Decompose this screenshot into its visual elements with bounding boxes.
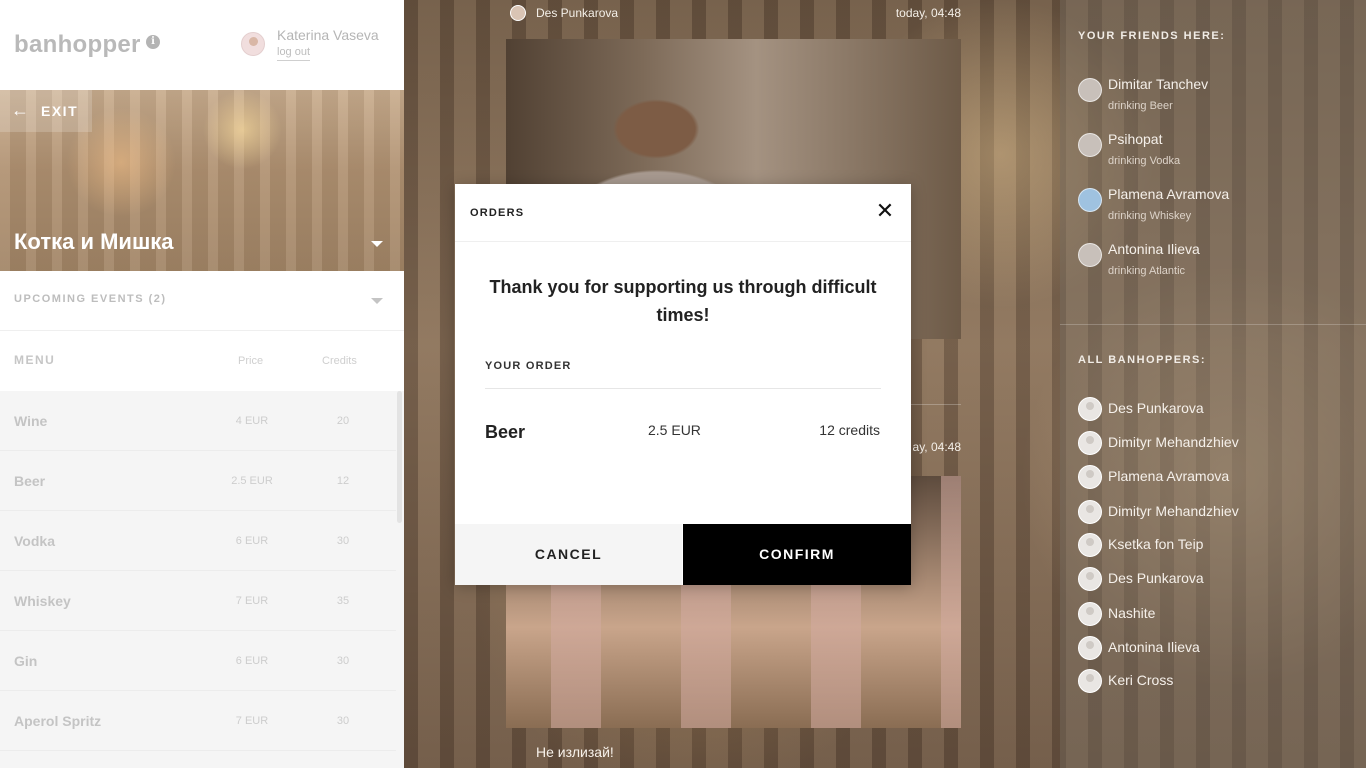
credits-column-header: Credits: [322, 355, 357, 367]
avatar: [1078, 397, 1102, 421]
friend-name: Psihopat: [1108, 131, 1163, 147]
divider: [485, 388, 881, 389]
user-name[interactable]: Katerina Vaseva: [277, 27, 379, 43]
banhopper-name: Dimityr Mehandzhiev: [1108, 434, 1239, 450]
menu-item-name: Whiskey: [14, 593, 71, 609]
friend-name: Plamena Avramova: [1108, 186, 1230, 202]
menu-list: Wine 4 EUR 20 Beer 2.5 EUR 12 Vodka 6 EU…: [0, 391, 404, 768]
post-caption: Не излизай!: [536, 744, 614, 760]
menu-header: MENU Price Credits: [0, 331, 404, 391]
upcoming-events-toggle[interactable]: UPCOMING EVENTS (2): [0, 271, 404, 331]
venue-header: ← EXIT Котка и Мишка: [0, 90, 404, 271]
avatar: [1078, 188, 1102, 212]
exit-label: EXIT: [41, 103, 79, 119]
arrow-left-icon: ←: [11, 100, 31, 120]
post-time: ay, 04:48: [912, 440, 961, 454]
avatar: [1078, 465, 1102, 489]
menu-item-price: 4 EUR: [235, 415, 269, 427]
friend-name: Dimitar Tanchev: [1108, 76, 1209, 92]
banhopper-name: Dimityr Mehandzhiev: [1108, 503, 1239, 519]
exit-button[interactable]: ← EXIT: [0, 90, 92, 132]
order-modal: ORDERS ✕ Thank you for supporting us thr…: [455, 184, 911, 585]
price-column-header: Price: [238, 355, 264, 367]
menu-item[interactable]: Beer 2.5 EUR 12: [0, 451, 396, 511]
menu-item-credits: 30: [336, 655, 350, 667]
friend-drinking: drinking Vodka: [1108, 155, 1181, 167]
avatar: [1078, 78, 1102, 102]
friend-drinking: drinking Beer: [1108, 100, 1173, 112]
menu-item[interactable]: Wine 4 EUR 20: [0, 391, 396, 451]
banhopper-name: Des Punkarova: [1108, 570, 1204, 586]
banhopper-name: Nashite: [1108, 605, 1156, 621]
avatar: [1078, 533, 1102, 557]
top-bar: banhopper i Katerina Vaseva log out: [0, 0, 404, 90]
caret-down-icon: [371, 298, 383, 304]
avatar: [1078, 243, 1102, 267]
avatar: [1078, 133, 1102, 157]
venue-name: Котка и Мишка: [14, 229, 174, 254]
logo[interactable]: banhopper: [14, 31, 141, 59]
avatar: [1078, 431, 1102, 455]
menu-item-name: Aperol Spritz: [14, 713, 102, 729]
menu-item[interactable]: Aperol Spritz 7 EUR 30: [0, 691, 396, 751]
menu-item[interactable]: Gin 6 EUR 30: [0, 631, 396, 691]
logout-link[interactable]: log out: [277, 46, 311, 61]
menu-item-credits: 30: [336, 535, 350, 547]
banhopper-name: Keri Cross: [1108, 672, 1174, 688]
your-order-label: YOUR ORDER: [485, 360, 572, 372]
order-item-price: 2.5 EUR: [648, 422, 701, 438]
banhopper-name: Ksetka fon Teip: [1108, 536, 1204, 552]
menu-item[interactable]: Whiskey 7 EUR 35: [0, 571, 396, 631]
info-icon[interactable]: i: [146, 35, 160, 49]
modal-header: ORDERS ✕: [455, 184, 911, 242]
menu-item-name: Vodka: [14, 533, 55, 549]
banhopper-name: Plamena Avramova: [1108, 468, 1230, 484]
modal-title: ORDERS: [470, 207, 525, 219]
cancel-button[interactable]: CANCEL: [455, 524, 682, 585]
menu-item-name: Beer: [14, 473, 46, 489]
avatar[interactable]: [241, 32, 265, 56]
menu-item-name: Gin: [14, 653, 38, 669]
avatar: [1078, 567, 1102, 591]
menu-title: MENU: [14, 353, 56, 367]
avatar: [1078, 636, 1102, 660]
caret-down-icon[interactable]: [371, 241, 383, 247]
friend-name: Antonina Ilieva: [1108, 241, 1200, 257]
menu-item-credits: 30: [336, 715, 350, 727]
menu-item-credits: 35: [336, 595, 350, 607]
close-icon[interactable]: ✕: [874, 201, 896, 223]
avatar: [510, 5, 526, 21]
sidebar: banhopper i Katerina Vaseva log out ← EX…: [0, 0, 404, 768]
avatar: [1078, 500, 1102, 524]
menu-item-credits: 20: [336, 415, 350, 427]
upcoming-events-label: UPCOMING EVENTS (2): [14, 293, 167, 305]
right-panel: YOUR FRIENDS HERE: Dimitar Tanchev drink…: [1060, 0, 1366, 768]
banhopper-name: Antonina Ilieva: [1108, 639, 1200, 655]
banhoppers-title: ALL BANHOPPERS:: [1078, 354, 1207, 366]
post-header: Des Punkarova today, 04:48: [506, 0, 961, 26]
thank-you-message: Thank you for supporting us through diff…: [489, 277, 877, 325]
menu-item-price: 2.5 EUR: [231, 475, 273, 487]
friend-drinking: drinking Whiskey: [1108, 210, 1192, 222]
post-time: today, 04:48: [895, 6, 961, 20]
menu-item[interactable]: Vodka 6 EUR 30: [0, 511, 396, 571]
menu-item-name: Wine: [14, 413, 48, 429]
banhopper-name: Des Punkarova: [1108, 400, 1204, 416]
menu-item-price: 7 EUR: [235, 595, 269, 607]
scrollbar[interactable]: [397, 391, 402, 523]
avatar: [1078, 669, 1102, 693]
menu-item-credits: 12: [336, 475, 350, 487]
avatar: [1078, 602, 1102, 626]
friend-drinking: drinking Atlantic: [1108, 265, 1186, 277]
menu-item-price: 7 EUR: [235, 715, 269, 727]
order-item-name: Beer: [485, 422, 526, 442]
confirm-button[interactable]: CONFIRM: [683, 524, 911, 585]
divider: [1060, 324, 1366, 325]
menu-item-price: 6 EUR: [235, 655, 269, 667]
post-author[interactable]: Des Punkarova: [536, 6, 618, 20]
menu-item-price: 6 EUR: [235, 535, 269, 547]
order-item-credits: 12 credits: [819, 422, 880, 438]
friends-title: YOUR FRIENDS HERE:: [1078, 30, 1226, 42]
